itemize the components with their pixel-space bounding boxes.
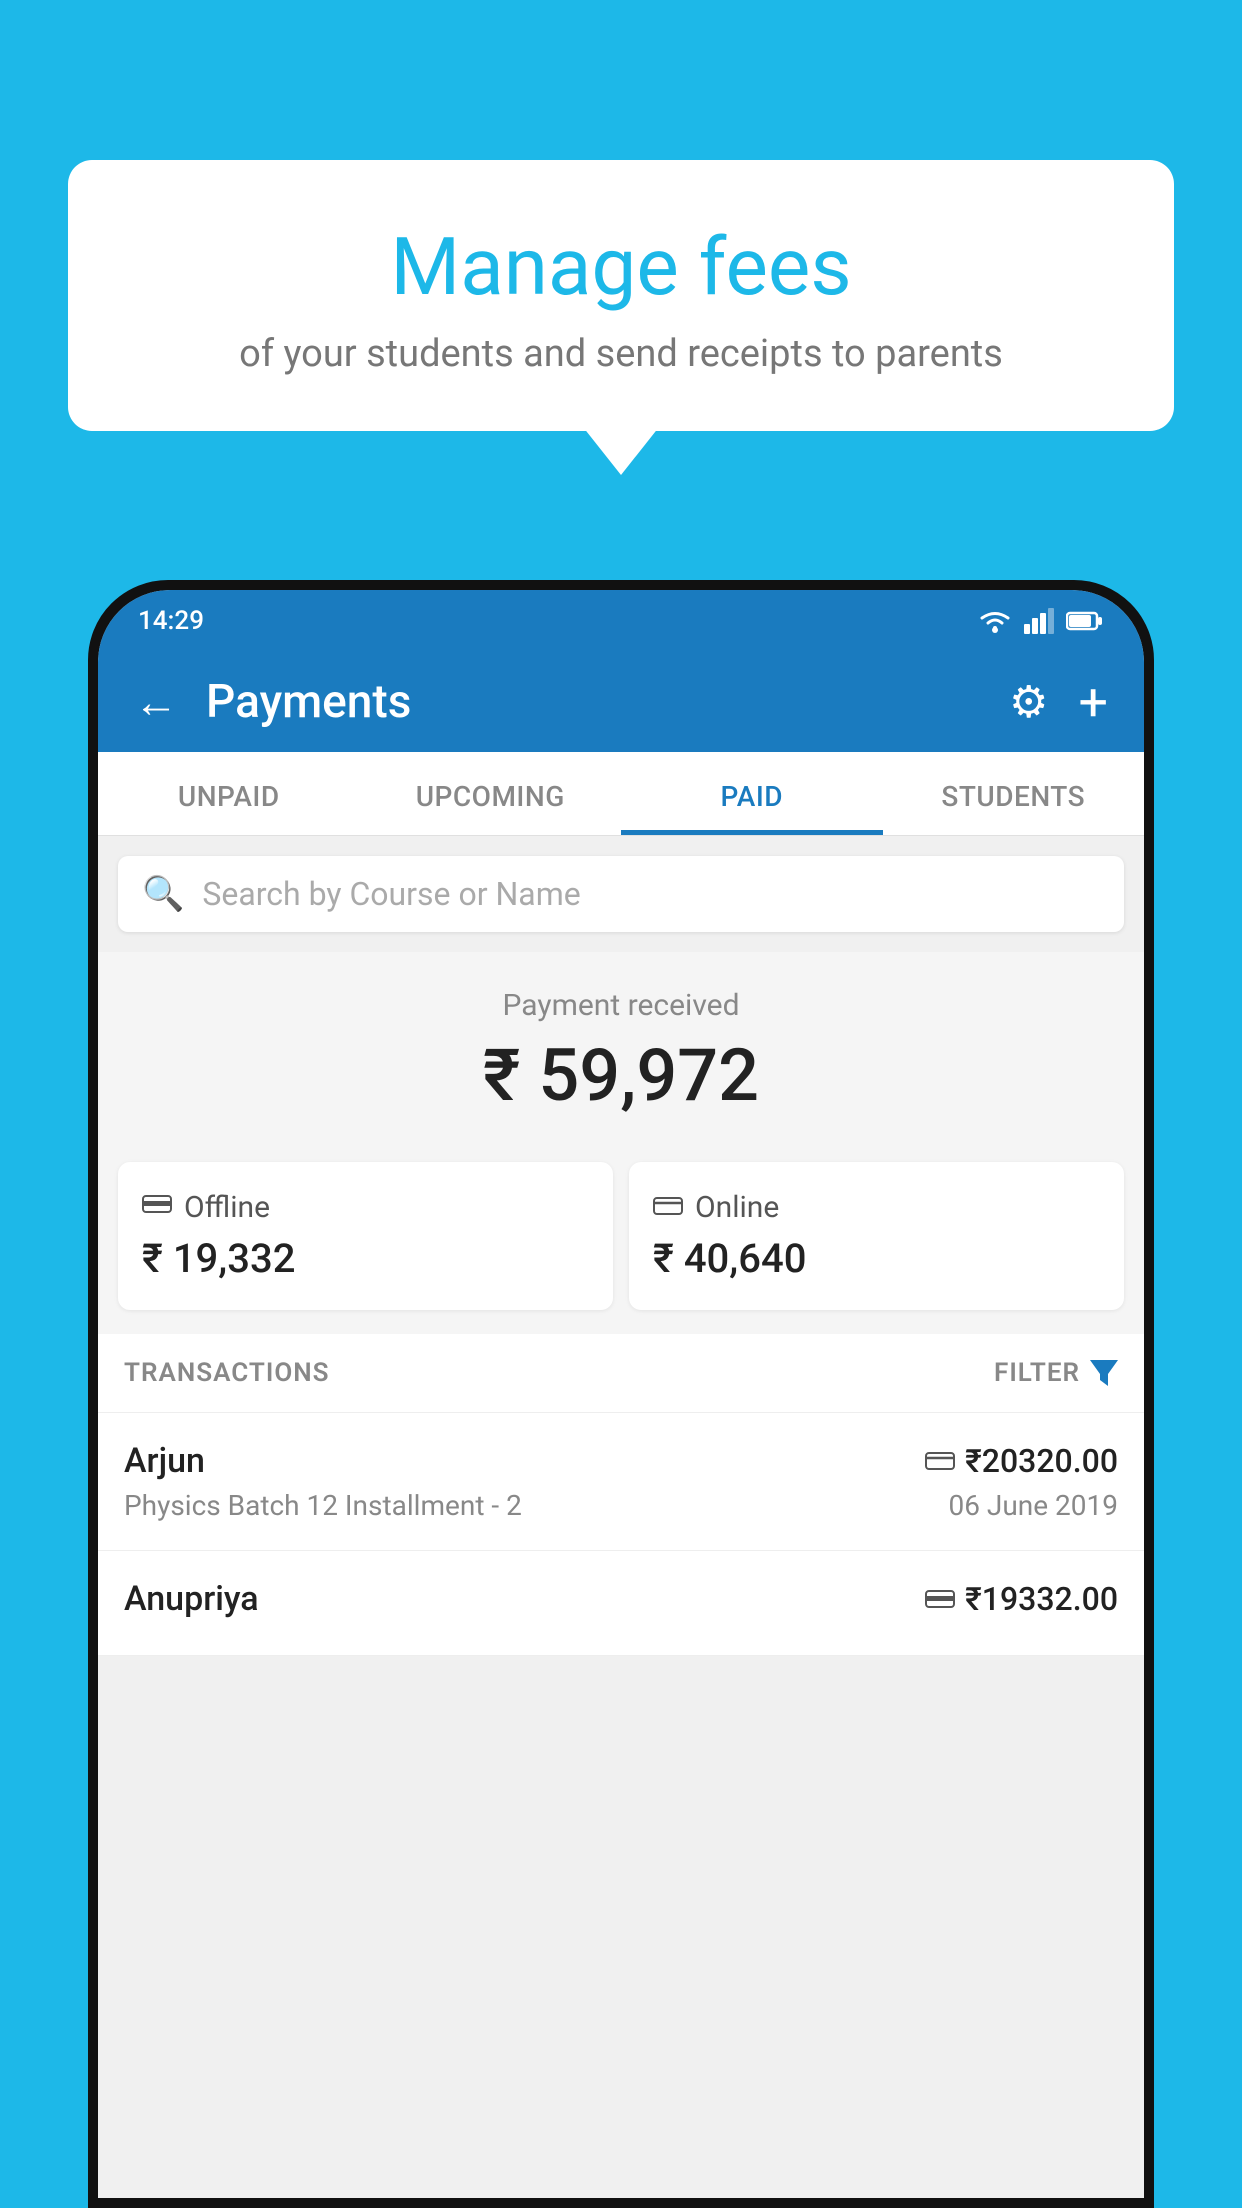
app-bar: ← Payments ⚙ + <box>98 652 1144 752</box>
online-card: Online ₹ 40,640 <box>629 1162 1124 1310</box>
back-button[interactable]: ← <box>134 676 178 728</box>
transaction-course-1: Physics Batch 12 Installment - 2 <box>124 1489 522 1522</box>
transaction-amount-wrap-1: ₹20320.00 <box>925 1442 1118 1480</box>
tab-paid[interactable]: PAID <box>621 752 883 835</box>
transaction-main-2: Anupriya ₹19332.00 <box>124 1579 1118 1619</box>
online-card-header: Online <box>653 1190 1100 1225</box>
search-icon: 🔍 <box>142 874 184 914</box>
online-icon <box>653 1190 683 1225</box>
settings-icon[interactable]: ⚙ <box>1009 676 1048 728</box>
transaction-date-1: 06 June 2019 <box>948 1489 1118 1522</box>
filter-section[interactable]: FILTER <box>994 1358 1118 1388</box>
status-time: 14:29 <box>138 606 204 636</box>
offline-icon <box>142 1190 172 1225</box>
phone-screen: 14:29 <box>98 590 1144 2198</box>
payment-summary: Payment received ₹ 59,972 <box>98 952 1144 1146</box>
status-icons <box>978 608 1104 634</box>
transactions-label: TRANSACTIONS <box>124 1358 330 1388</box>
app-bar-title: Payments <box>206 675 1009 729</box>
offline-amount: ₹ 19,332 <box>142 1235 589 1282</box>
transaction-row-anupriya[interactable]: Anupriya ₹19332.00 <box>98 1551 1144 1656</box>
offline-card: Offline ₹ 19,332 <box>118 1162 613 1310</box>
transaction-main-1: Arjun ₹20320.00 <box>124 1441 1118 1481</box>
tab-unpaid[interactable]: UNPAID <box>98 752 360 835</box>
filter-icon <box>1090 1360 1118 1386</box>
offline-card-header: Offline <box>142 1190 589 1225</box>
transaction-row-arjun[interactable]: Arjun ₹20320.00 Physics Batch 12 Install… <box>98 1413 1144 1551</box>
transaction-sub-1: Physics Batch 12 Installment - 2 06 June… <box>124 1489 1118 1522</box>
online-label: Online <box>695 1190 779 1225</box>
offline-payment-icon <box>925 1586 955 1612</box>
transaction-name-1: Arjun <box>124 1441 205 1481</box>
bubble-title: Manage fees <box>118 220 1124 314</box>
bubble-subtitle: of your students and send receipts to pa… <box>118 332 1124 376</box>
signal-icon <box>1022 608 1056 634</box>
wifi-icon <box>978 608 1012 634</box>
filter-label: FILTER <box>994 1358 1080 1388</box>
add-icon[interactable]: + <box>1078 672 1108 733</box>
tab-bar: UNPAID UPCOMING PAID STUDENTS <box>98 752 1144 836</box>
online-amount: ₹ 40,640 <box>653 1235 1100 1282</box>
search-input[interactable]: Search by Course or Name <box>202 875 580 913</box>
online-payment-icon <box>925 1450 955 1472</box>
transaction-amount-2: ₹19332.00 <box>965 1580 1118 1618</box>
transaction-name-2: Anupriya <box>124 1579 259 1619</box>
battery-icon <box>1066 610 1104 632</box>
transactions-header: TRANSACTIONS FILTER <box>98 1334 1144 1413</box>
status-bar: 14:29 <box>98 590 1144 652</box>
transaction-amount-1: ₹20320.00 <box>965 1442 1118 1480</box>
search-bar[interactable]: 🔍 Search by Course or Name <box>118 856 1124 932</box>
phone-mockup: 14:29 <box>88 580 1154 2208</box>
tab-students[interactable]: STUDENTS <box>883 752 1145 835</box>
payment-amount: ₹ 59,972 <box>118 1033 1124 1118</box>
offline-label: Offline <box>184 1190 270 1225</box>
transaction-amount-wrap-2: ₹19332.00 <box>925 1580 1118 1618</box>
tab-upcoming[interactable]: UPCOMING <box>360 752 622 835</box>
app-bar-actions: ⚙ + <box>1009 672 1108 733</box>
payment-cards: Offline ₹ 19,332 Online ₹ 40,640 <box>98 1146 1144 1334</box>
payment-received-label: Payment received <box>118 988 1124 1023</box>
speech-bubble: Manage fees of your students and send re… <box>68 160 1174 431</box>
